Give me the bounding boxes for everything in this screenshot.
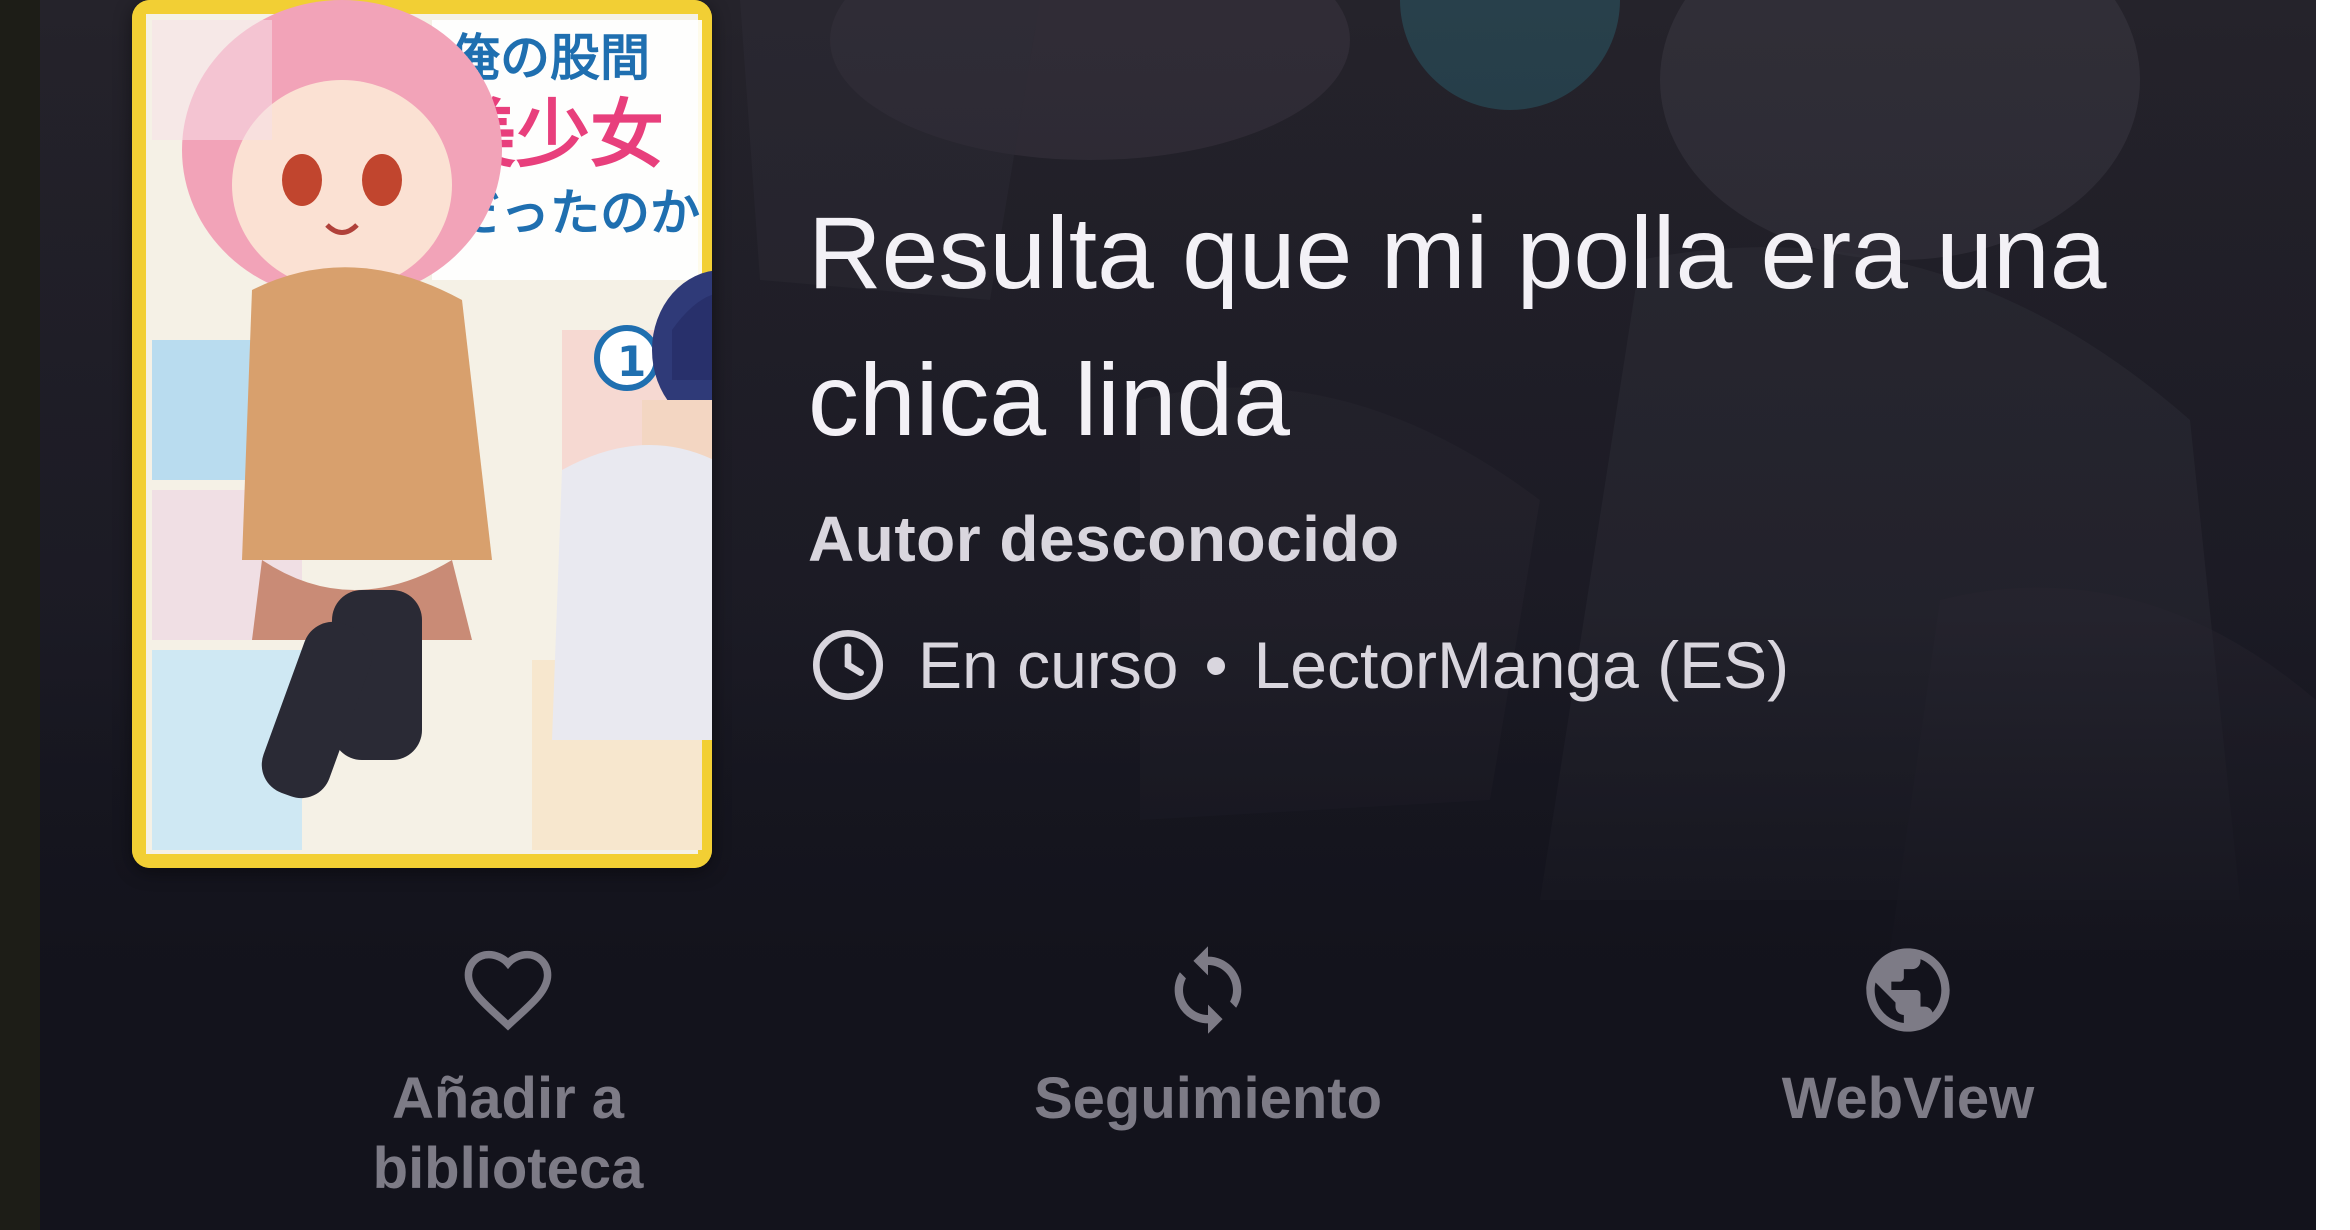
source-name: LectorManga (ES) (1253, 628, 1790, 702)
publication-status: En curso (918, 628, 1179, 702)
tracking-label: Seguimiento (1033, 1066, 1383, 1131)
status-row: En curso • LectorManga (ES) (808, 620, 1789, 710)
manga-title: Resulta que mi polla era una chica linda (808, 196, 2107, 457)
cover-volume: 1 (617, 337, 646, 386)
heart-outline-icon (464, 950, 552, 1031)
webview-label: WebView (1781, 1066, 2035, 1131)
sync-icon (1174, 946, 1242, 1034)
tracking-button[interactable]: Seguimiento (948, 940, 1468, 1134)
add-to-library-label-line1: Añadir a (391, 1066, 625, 1131)
add-to-library-label-line2: biblioteca (372, 1136, 644, 1201)
manga-cover[interactable]: 俺の股間 美少女 だったのか 1 (132, 0, 712, 868)
cover-illustration: 俺の股間 美少女 だったのか 1 (132, 0, 712, 868)
manga-author: Autor desconocido (808, 503, 1400, 575)
window-edge (0, 0, 40, 1230)
webview-button[interactable]: WebView (1648, 940, 2168, 1134)
manga-detail-screen: 俺の股間 美少女 だったのか 1 Resulta que mi polla er… (40, 0, 2316, 1230)
add-to-library-button[interactable]: Añadir a biblioteca (248, 940, 768, 1204)
clock-icon (813, 630, 883, 700)
globe-icon (1866, 948, 1950, 1032)
separator-dot: • (1204, 628, 1228, 702)
